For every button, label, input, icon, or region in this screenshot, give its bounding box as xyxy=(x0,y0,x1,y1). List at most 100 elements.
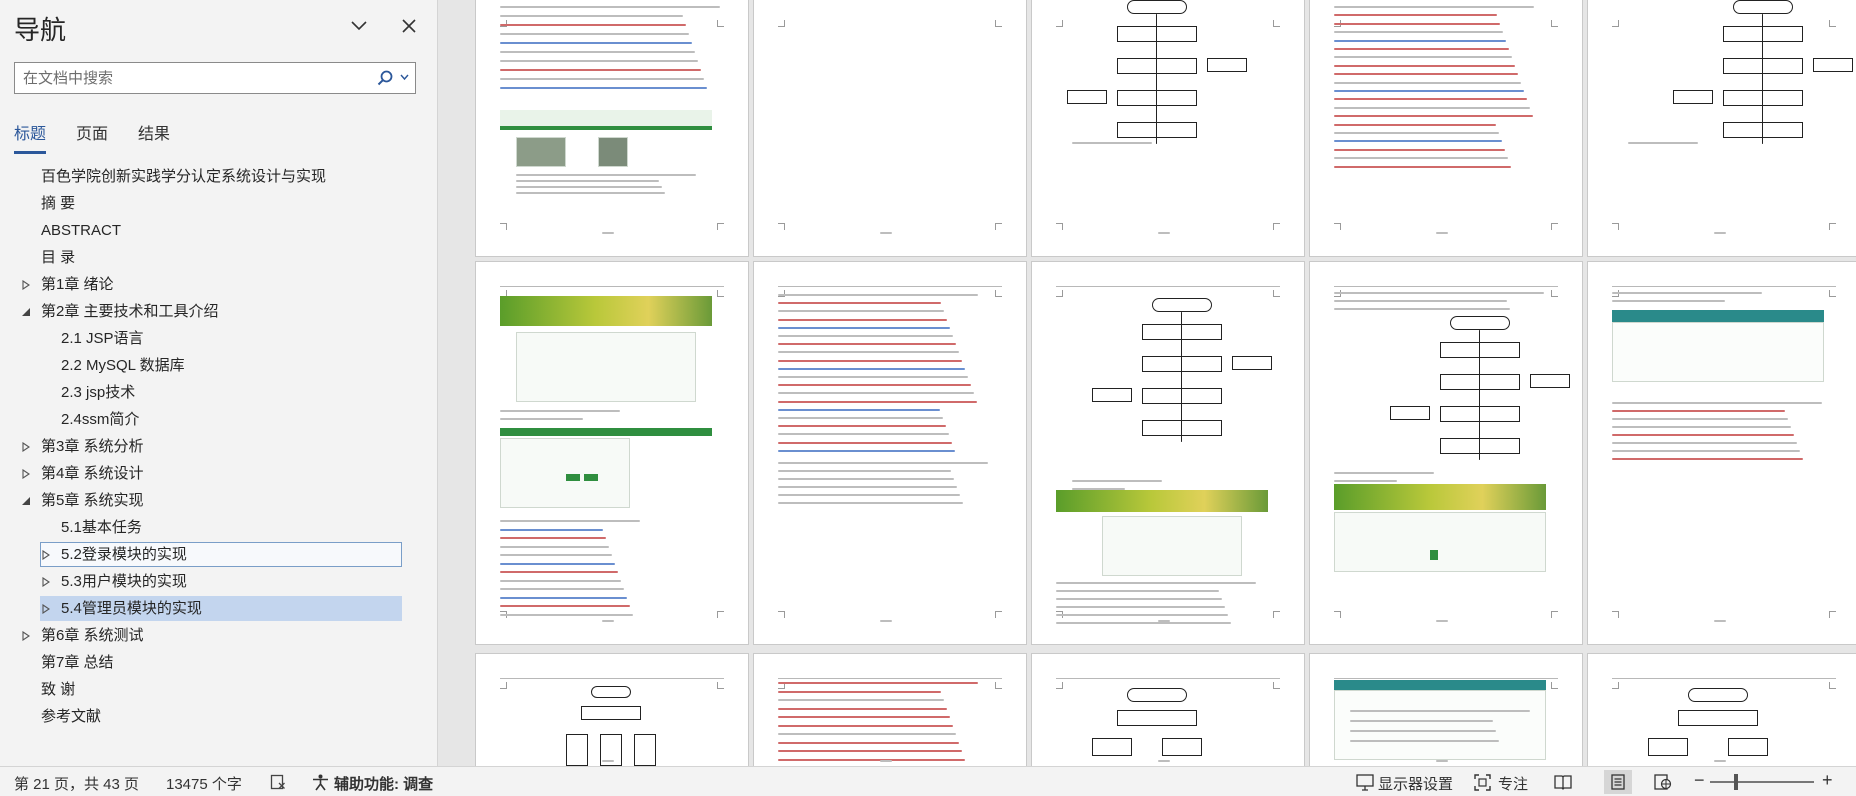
focus-label[interactable]: 专注 xyxy=(1498,773,1528,794)
proofing-icon[interactable] xyxy=(270,774,286,790)
zoom-out-button[interactable]: − xyxy=(1694,770,1705,791)
collapsed-arrow-icon[interactable] xyxy=(21,442,31,452)
page-header-line xyxy=(1334,286,1558,287)
outline-item[interactable]: 第4章 系统设计 xyxy=(0,460,437,487)
collapsed-arrow-icon[interactable] xyxy=(21,631,31,641)
outline-item[interactable]: 2.2 MySQL 数据库 xyxy=(0,352,437,379)
collapsed-arrow-icon[interactable] xyxy=(21,280,31,290)
outline-item[interactable]: 第5章 系统实现 xyxy=(0,487,437,514)
page-thumbnail[interactable] xyxy=(1032,654,1304,766)
text-line xyxy=(1334,56,1512,59)
accessibility-icon[interactable] xyxy=(312,774,329,791)
zoom-slider-track[interactable] xyxy=(1710,781,1814,783)
outline-item[interactable]: 第6章 系统测试 xyxy=(0,622,437,649)
page-count[interactable]: 第 21 页，共 43 页 xyxy=(14,773,139,794)
outline-item[interactable]: 参考文献 xyxy=(0,703,437,730)
text-line xyxy=(778,417,943,419)
page-header-line xyxy=(778,286,1002,287)
form-button xyxy=(1430,550,1438,560)
page-number xyxy=(602,232,614,234)
document-thumbnails-area[interactable] xyxy=(439,0,1856,766)
display-settings-label[interactable]: 显示器设置 xyxy=(1378,773,1453,794)
text-line xyxy=(516,174,696,176)
outline-item[interactable]: 目 录 xyxy=(0,244,437,271)
outline-item[interactable]: 百色学院创新实践学分认定系统设计与实现 xyxy=(0,163,437,190)
web-layout-icon[interactable] xyxy=(1654,774,1672,790)
nav-options-button[interactable] xyxy=(344,12,374,40)
page-corner-mark xyxy=(1551,682,1558,689)
page-thumbnail[interactable] xyxy=(1310,0,1582,256)
accessibility-status[interactable]: 辅助功能: 调查 xyxy=(334,773,433,794)
outline-item[interactable]: 5.3用户模块的实现 xyxy=(0,568,437,595)
tab-headings[interactable]: 标题 xyxy=(14,120,47,154)
page-thumbnail[interactable] xyxy=(1588,262,1856,644)
collapsed-arrow-icon[interactable] xyxy=(41,550,51,560)
page-thumbnail[interactable] xyxy=(754,654,1026,766)
zoom-slider-thumb[interactable] xyxy=(1734,774,1738,790)
flowchart-box xyxy=(581,706,641,720)
outline-item-label: 2.2 MySQL 数据库 xyxy=(61,357,185,374)
outline-item[interactable]: 5.1基本任务 xyxy=(0,514,437,541)
collapsed-arrow-icon[interactable] xyxy=(41,577,51,587)
expanded-arrow-icon[interactable] xyxy=(21,496,31,506)
page-thumbnail[interactable] xyxy=(1032,0,1304,256)
page-thumbnail[interactable] xyxy=(1032,262,1304,644)
text-line xyxy=(778,433,949,436)
flowchart-box xyxy=(1390,406,1430,420)
expanded-arrow-icon[interactable] xyxy=(21,307,31,317)
flowchart-box xyxy=(1648,738,1688,756)
nav-close-button[interactable] xyxy=(394,12,424,40)
collapsed-arrow-icon[interactable] xyxy=(21,469,31,479)
page-thumbnail[interactable] xyxy=(476,0,748,256)
page-thumbnail[interactable] xyxy=(754,262,1026,644)
page-thumbnail[interactable] xyxy=(1588,0,1856,256)
outline-item[interactable]: 5.2登录模块的实现 xyxy=(0,541,437,568)
chevron-down-icon xyxy=(351,21,367,31)
print-layout-icon[interactable] xyxy=(1610,774,1626,790)
outline-item[interactable]: ABSTRACT xyxy=(0,217,437,244)
page-thumbnail[interactable] xyxy=(476,262,748,644)
focus-icon[interactable] xyxy=(1474,774,1491,791)
text-line xyxy=(1334,292,1544,294)
outline-item[interactable]: 2.4ssm简介 xyxy=(0,406,437,433)
read-mode-icon[interactable] xyxy=(1554,774,1572,790)
text-line xyxy=(500,528,603,531)
search-options-icon[interactable] xyxy=(400,74,409,81)
flowchart-box xyxy=(1117,90,1197,106)
page-number xyxy=(880,760,892,762)
text-line xyxy=(1056,598,1222,600)
search-icon[interactable] xyxy=(377,70,393,86)
outline-item[interactable]: 摘 要 xyxy=(0,190,437,217)
outline-item[interactable]: 第1章 绪论 xyxy=(0,271,437,298)
text-line xyxy=(778,335,953,337)
word-count[interactable]: 13475 个字 xyxy=(166,773,242,794)
text-line xyxy=(1056,606,1225,608)
page-thumbnail[interactable] xyxy=(1588,654,1856,766)
display-settings-icon[interactable] xyxy=(1356,774,1374,791)
outline-item[interactable]: 致 谢 xyxy=(0,676,437,703)
outline-item[interactable]: 第2章 主要技术和工具介绍 xyxy=(0,298,437,325)
flowchart-box xyxy=(1067,90,1107,104)
tab-pages[interactable]: 页面 xyxy=(76,120,108,154)
outline-item[interactable]: 2.3 jsp技术 xyxy=(0,379,437,406)
outline-item[interactable]: 5.4管理员模块的实现 xyxy=(0,595,437,622)
text-line xyxy=(500,520,640,522)
outline-item[interactable]: 2.1 JSP语言 xyxy=(0,325,437,352)
text-line xyxy=(778,376,968,378)
outline-item-label: 5.1基本任务 xyxy=(61,519,142,536)
page-thumbnail[interactable] xyxy=(476,654,748,766)
tab-results[interactable]: 结果 xyxy=(138,120,170,154)
search-input[interactable] xyxy=(15,63,375,93)
collapsed-arrow-icon[interactable] xyxy=(41,604,51,614)
admin-table xyxy=(1612,322,1824,382)
site-header-bar xyxy=(500,110,712,126)
page-corner-mark xyxy=(1612,611,1619,618)
page-thumbnail[interactable] xyxy=(1310,262,1582,644)
text-line xyxy=(1612,300,1725,302)
outline-item[interactable]: 第7章 总结 xyxy=(0,649,437,676)
zoom-in-button[interactable]: + xyxy=(1822,770,1833,791)
page-thumbnail[interactable] xyxy=(754,0,1026,256)
page-corner-mark xyxy=(1273,682,1280,689)
page-thumbnail[interactable] xyxy=(1310,654,1582,766)
outline-item[interactable]: 第3章 系统分析 xyxy=(0,433,437,460)
